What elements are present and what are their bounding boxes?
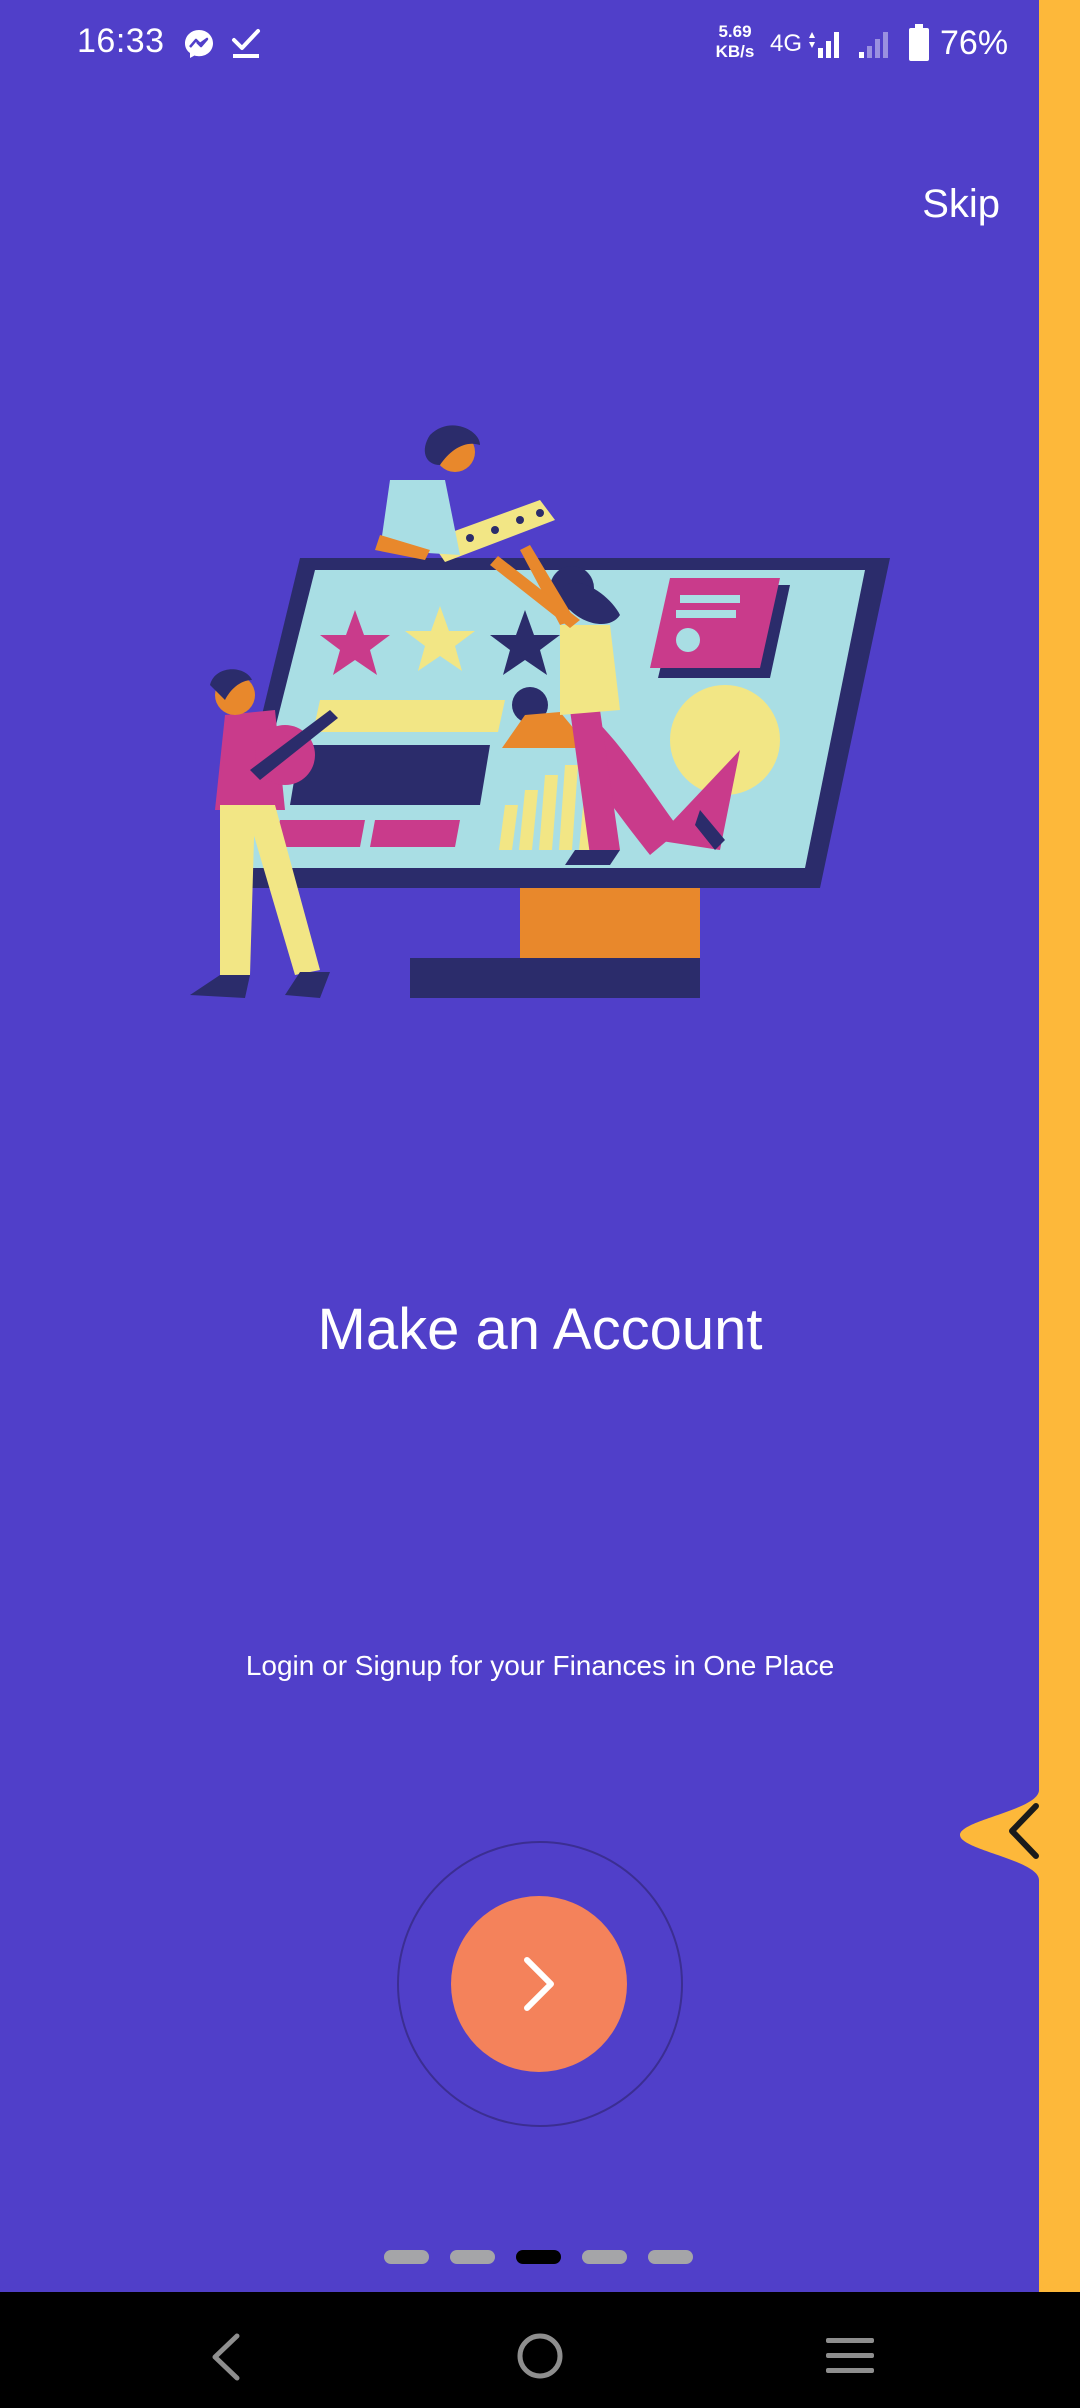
network-speed-value: 5.69 <box>718 22 752 41</box>
signal-icon <box>809 32 839 58</box>
page-dot[interactable] <box>450 2250 495 2264</box>
network-speed-unit: KB/s <box>715 42 755 61</box>
next-button[interactable] <box>451 1896 627 2072</box>
page-indicator <box>384 2250 696 2264</box>
chevron-right-icon <box>524 1957 554 2011</box>
back-icon[interactable] <box>205 2332 249 2382</box>
onboarding-screen: 16:33 5.69 KB/s 4G 76% Skip Make an Acco… <box>0 0 1080 2408</box>
status-time: 16:33 <box>77 22 165 60</box>
skip-button[interactable]: Skip <box>880 178 1000 230</box>
system-nav-bar <box>0 2292 1080 2408</box>
battery-percentage: 76% <box>940 24 1009 62</box>
onboarding-illustration <box>190 425 890 998</box>
page-subtitle: Login or Signup for your Finances in One… <box>245 1650 835 1681</box>
status-bar: 16:33 5.69 KB/s 4G 76% <box>0 0 1040 90</box>
battery-icon <box>909 24 929 61</box>
task-done-icon <box>232 29 260 58</box>
signal-icon <box>859 32 888 58</box>
menu-icon[interactable] <box>824 2336 876 2376</box>
chevron-left-icon[interactable] <box>1000 1800 1052 1862</box>
home-icon[interactable] <box>516 2332 564 2380</box>
page-dot[interactable] <box>648 2250 693 2264</box>
page-dot-active[interactable] <box>516 2250 561 2264</box>
page-dot[interactable] <box>582 2250 627 2264</box>
network-type: 4G <box>770 30 803 57</box>
messenger-icon <box>185 30 213 58</box>
page-title: Make an Account <box>317 1297 763 1362</box>
page-dot[interactable] <box>384 2250 429 2264</box>
network-speed: 5.69 KB/s <box>710 22 760 62</box>
